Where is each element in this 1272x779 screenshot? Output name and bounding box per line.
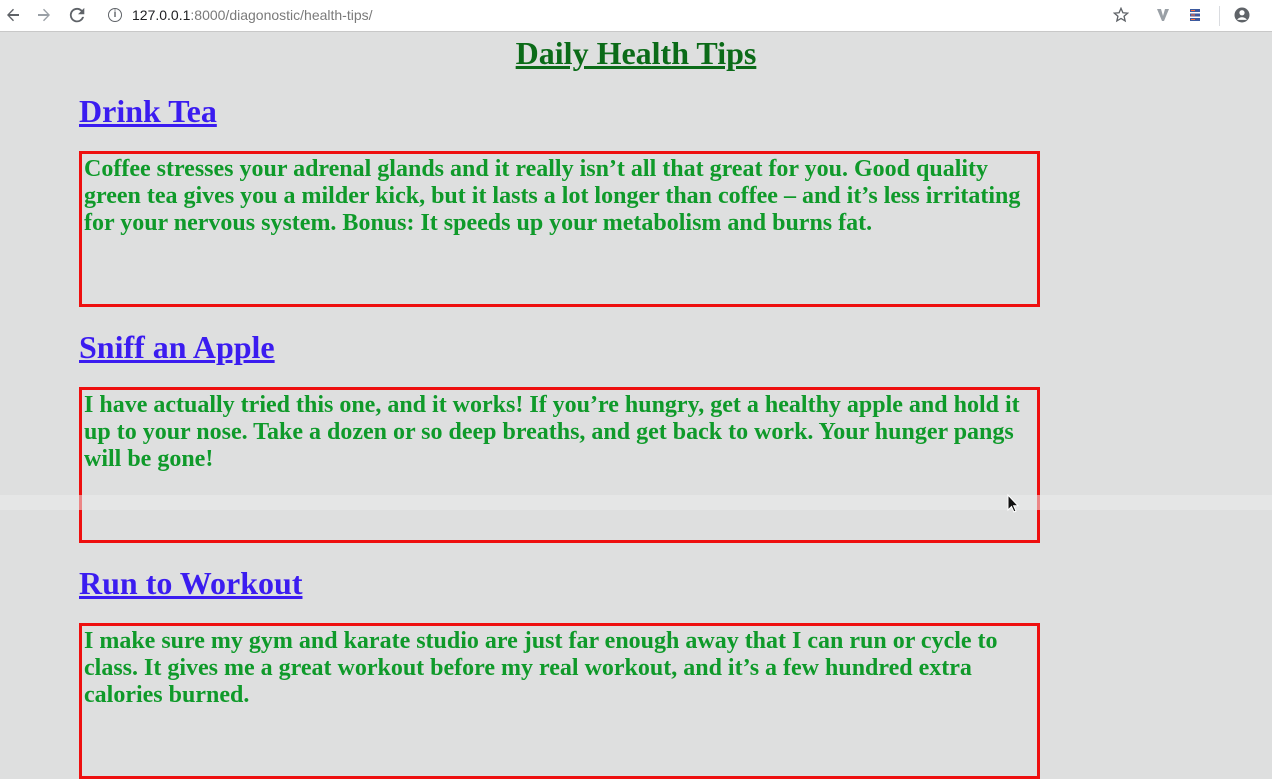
- tip-body-run-workout: I make sure my gym and karate studio are…: [79, 623, 1040, 779]
- url-path: :8000/diagonostic/health-tips/: [190, 7, 373, 23]
- extension-stack-icon[interactable]: [1184, 4, 1206, 26]
- mouse-cursor-icon: [1007, 493, 1020, 518]
- tip-body-drink-tea: Coffee stresses your adrenal glands and …: [79, 151, 1040, 307]
- tip-title-run-workout[interactable]: Run to Workout: [79, 564, 302, 602]
- tip-title-drink-tea[interactable]: Drink Tea: [79, 92, 217, 130]
- star-icon[interactable]: [1110, 4, 1132, 26]
- tip-title-sniff-apple[interactable]: Sniff an Apple: [79, 328, 275, 366]
- back-arrow-icon[interactable]: [2, 4, 24, 26]
- horizontal-band: [0, 495, 1272, 510]
- info-icon[interactable]: i: [108, 8, 122, 22]
- toolbar-separator: [1219, 6, 1220, 26]
- address-bar[interactable]: i 127.0.0.1:8000/diagonostic/health-tips…: [108, 5, 373, 25]
- reload-icon[interactable]: [66, 4, 88, 26]
- url-host: 127.0.0.1: [132, 7, 191, 23]
- page-title: Daily Health Tips: [515, 35, 757, 71]
- tip-body-sniff-apple: I have actually tried this one, and it w…: [79, 387, 1040, 543]
- forward-arrow-icon[interactable]: [33, 4, 55, 26]
- account-circle-icon[interactable]: [1231, 4, 1253, 26]
- extension-v-icon[interactable]: [1152, 4, 1174, 26]
- browser-toolbar: i 127.0.0.1:8000/diagonostic/health-tips…: [0, 0, 1272, 32]
